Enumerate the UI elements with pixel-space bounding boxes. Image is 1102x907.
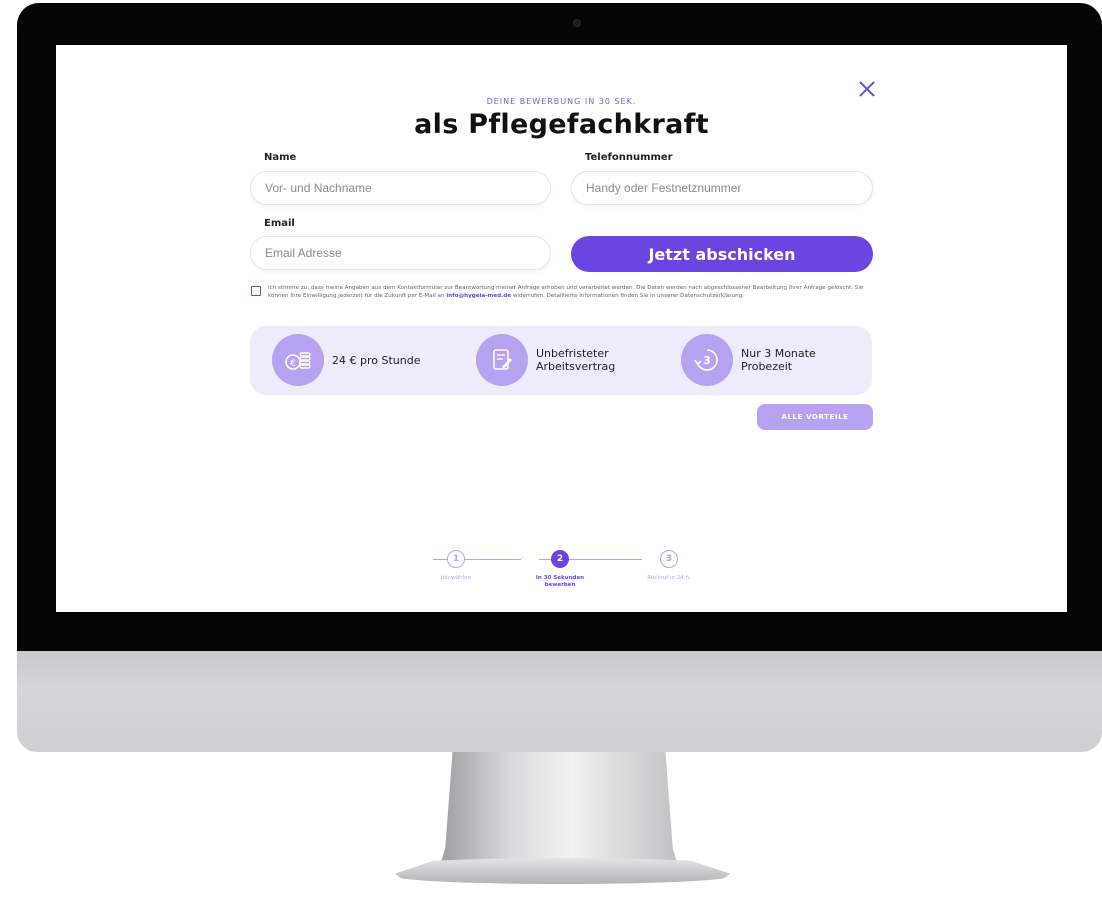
email-label: Email [264, 218, 295, 229]
coins-euro-icon: € [272, 334, 324, 386]
step-3-indicator: 3 [660, 550, 678, 568]
monitor-stand [438, 752, 680, 872]
svg-text:€: € [290, 359, 296, 369]
camera-icon [573, 19, 581, 27]
benefit-item: 3 Nur 3 Monate Probezeit [681, 334, 861, 386]
benefit-item: € 24 € pro Stunde [272, 334, 452, 386]
page-title: als Pflegefachkraft [414, 109, 709, 140]
step-1-indicator: 1 [447, 550, 465, 568]
benefits-panel: € 24 € pro Stunde Unbefristeter Arbeitsv… [250, 326, 872, 395]
name-input[interactable] [250, 171, 551, 205]
contract-icon [476, 334, 528, 386]
consent-checkbox[interactable] [251, 286, 261, 296]
consent-text-part-2: widerrufen. Detaillierte Informationen f… [512, 293, 744, 299]
consent-text: Ich stimme zu, dass meine Angaben aus de… [268, 284, 868, 300]
application-modal: DEINE BEWERBUNG IN 30 SEK. als Pflegefac… [56, 45, 1067, 612]
form-kicker: DEINE BEWERBUNG IN 30 SEK. [486, 97, 637, 106]
benefit-text: 24 € pro Stunde [332, 354, 421, 367]
all-benefits-button[interactable]: ALLE VORTEILE [757, 404, 873, 430]
progress-stepper: 1 2 3 Job wählen In 30 Sekunden bewerben… [416, 550, 716, 600]
name-label: Name [264, 152, 297, 163]
monitor-chin [17, 651, 1102, 752]
monitor-foot [395, 858, 730, 884]
three-months-icon: 3 [681, 334, 733, 386]
consent-email-link[interactable]: info@hygeia-med.de [446, 293, 511, 299]
step-1-label: Job wählen [441, 575, 471, 581]
step-2-label: In 30 Sekunden bewerben [535, 575, 585, 588]
svg-text:3: 3 [703, 354, 711, 367]
phone-label: Telefonnummer [585, 152, 673, 163]
benefit-text: Nur 3 Monate Probezeit [741, 347, 816, 373]
step-2-indicator: 2 [551, 550, 569, 568]
submit-button[interactable]: Jetzt abschicken [571, 236, 873, 272]
phone-input[interactable] [571, 171, 873, 205]
benefit-text: Unbefristeter Arbeitsvertrag [536, 347, 616, 373]
email-input[interactable] [250, 236, 551, 270]
step-3-label: Rückruf in 24 h. [647, 575, 691, 581]
benefit-item: Unbefristeter Arbeitsvertrag [476, 334, 666, 386]
